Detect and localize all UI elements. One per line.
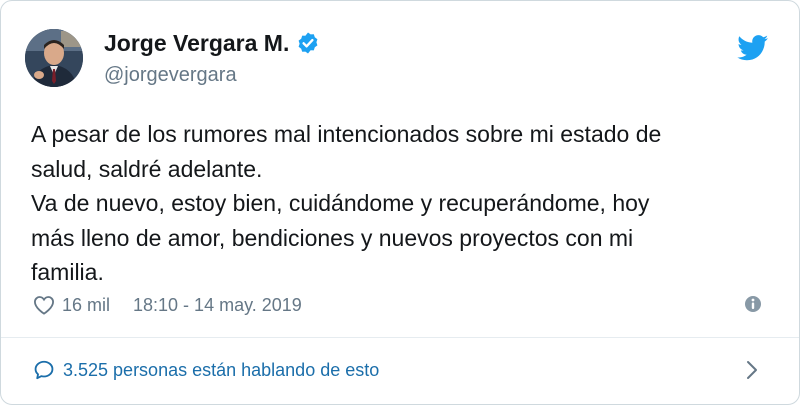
speech-bubble-icon	[34, 360, 54, 380]
tweet-card: Jorge Vergara M. @jorgevergara A pesar d…	[0, 0, 800, 405]
author-display-name[interactable]: Jorge Vergara M.	[104, 29, 289, 57]
conversation-count-text[interactable]: 3.525 personas están hablando de esto	[63, 358, 379, 382]
author-handle[interactable]: @jorgevergara	[104, 63, 237, 87]
tweet-line: más lleno de amor, bendiciones y nuevos …	[31, 224, 634, 251]
tweet-line: salud, saldré adelante.	[31, 155, 263, 182]
tweet-timestamp[interactable]: 18:10 - 14 may. 2019	[133, 295, 302, 316]
twitter-bird-icon[interactable]	[737, 35, 769, 61]
heart-icon[interactable]	[33, 295, 55, 315]
info-icon[interactable]	[744, 295, 762, 313]
avatar-photo	[25, 29, 83, 87]
verified-badge-icon	[298, 32, 318, 54]
tweet-text: A pesar de los rumores mal intencionados…	[31, 117, 771, 290]
chevron-right-icon[interactable]	[745, 360, 759, 380]
tweet-line: A pesar de los rumores mal intencionados…	[31, 121, 662, 147]
conversation-link[interactable]: 3.525 personas están hablando de esto	[1, 338, 799, 404]
avatar[interactable]	[25, 29, 83, 87]
tweet-line: Va de nuevo, estoy bien, cuidándome y re…	[31, 190, 650, 216]
author-name-row[interactable]: Jorge Vergara M.	[104, 29, 320, 57]
tweet-meta: 16 mil 18:10 - 14 may. 2019	[33, 292, 302, 318]
like-count[interactable]: 16 mil	[62, 295, 110, 316]
tweet-line: familia.	[31, 259, 104, 285]
